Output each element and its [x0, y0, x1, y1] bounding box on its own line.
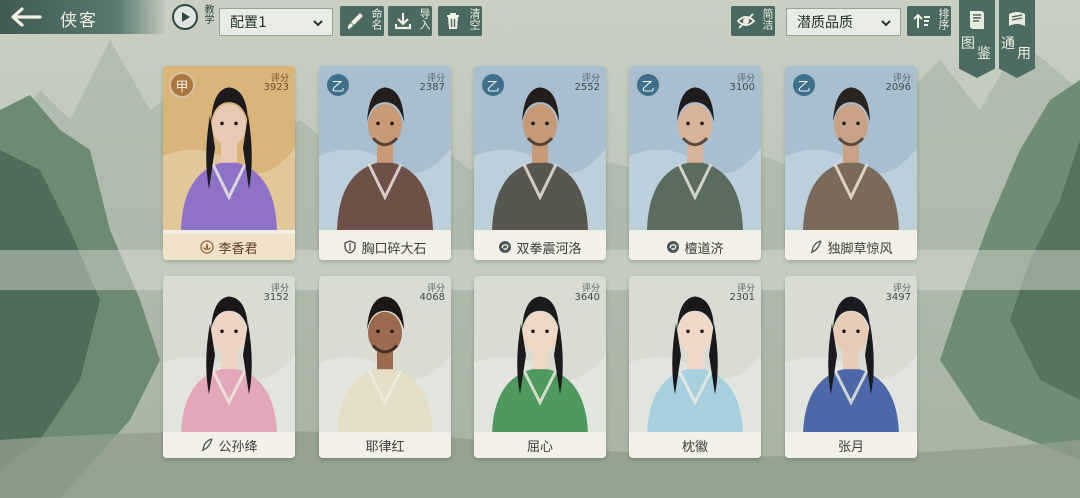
hero-name-bar: 独脚草惊风 [785, 234, 917, 260]
hero-card[interactable]: 甲评分 3923 李香君 [163, 66, 295, 260]
hero-name-bar: 枕徽 [629, 432, 761, 458]
grade-badge: 乙 [635, 72, 661, 98]
feather-icon [811, 240, 823, 254]
swirl-icon [667, 241, 680, 253]
score-value: 2552 [574, 82, 600, 93]
hero-name: 耶律红 [365, 439, 405, 455]
hero-card[interactable]: 乙评分 2096 独脚草惊风 [785, 66, 917, 260]
hero-name: 檀道济 [684, 241, 724, 257]
hero-name-bar: 檀道济 [629, 234, 761, 260]
score-value: 4068 [419, 292, 445, 303]
score-value: 3100 [729, 82, 755, 93]
score-value: 2387 [419, 82, 445, 93]
lotus-icon [200, 240, 215, 254]
hero-name: 张月 [837, 439, 864, 455]
hero-name-bar: 李香君 [163, 234, 295, 260]
hero-name: 屈心 [526, 439, 553, 455]
hero-card[interactable]: 评分 3640 屈心 [474, 276, 606, 458]
swirl-icon [499, 241, 512, 253]
grade-badge: 乙 [325, 72, 351, 98]
hero-card[interactable]: 乙评分 3100 檀道济 [629, 66, 761, 260]
feather-icon [202, 438, 214, 452]
score-value: 3923 [263, 82, 289, 93]
hero-card[interactable]: 评分 4068 耶律红 [319, 276, 451, 458]
hero-name-bar: 胸口碎大石 [319, 234, 451, 260]
score-value: 3640 [574, 292, 600, 303]
shield-icon [344, 240, 357, 254]
hero-card[interactable]: 评分 3497 张月 [785, 276, 917, 458]
hero-name: 独脚草惊风 [827, 241, 893, 257]
hero-name: 胸口碎大石 [361, 241, 427, 257]
grade-badge: 甲 [169, 72, 195, 98]
hero-card[interactable]: 乙评分 2387 胸口碎大石 [319, 66, 451, 260]
score-value: 2301 [729, 292, 755, 303]
score-value: 3152 [263, 292, 289, 303]
grade-badge: 乙 [791, 72, 817, 98]
hero-card[interactable]: 评分 2301 枕徽 [629, 276, 761, 458]
hero-name-bar: 屈心 [474, 432, 606, 458]
hero-name-bar: 双拳震河洛 [474, 234, 606, 260]
hero-name: 双拳震河洛 [516, 241, 582, 257]
hero-name: 枕徽 [681, 439, 708, 455]
score-value: 3497 [885, 292, 911, 303]
hero-name-bar: 耶律红 [319, 432, 451, 458]
score-value: 2096 [885, 82, 911, 93]
grade-badge: 乙 [480, 72, 506, 98]
hero-name-bar: 公孙绛 [163, 432, 295, 458]
hero-name: 李香君 [218, 241, 258, 257]
hero-name: 公孙绛 [218, 439, 258, 455]
hero-name-bar: 张月 [785, 432, 917, 458]
hero-card[interactable]: 评分 3152 公孙绛 [163, 276, 295, 458]
hero-card-grid: 甲评分 3923 李香君 乙评分 2387 胸口碎大石 乙评分 2552 双拳震河洛 [0, 0, 1080, 498]
hero-card[interactable]: 乙评分 2552 双拳震河洛 [474, 66, 606, 260]
